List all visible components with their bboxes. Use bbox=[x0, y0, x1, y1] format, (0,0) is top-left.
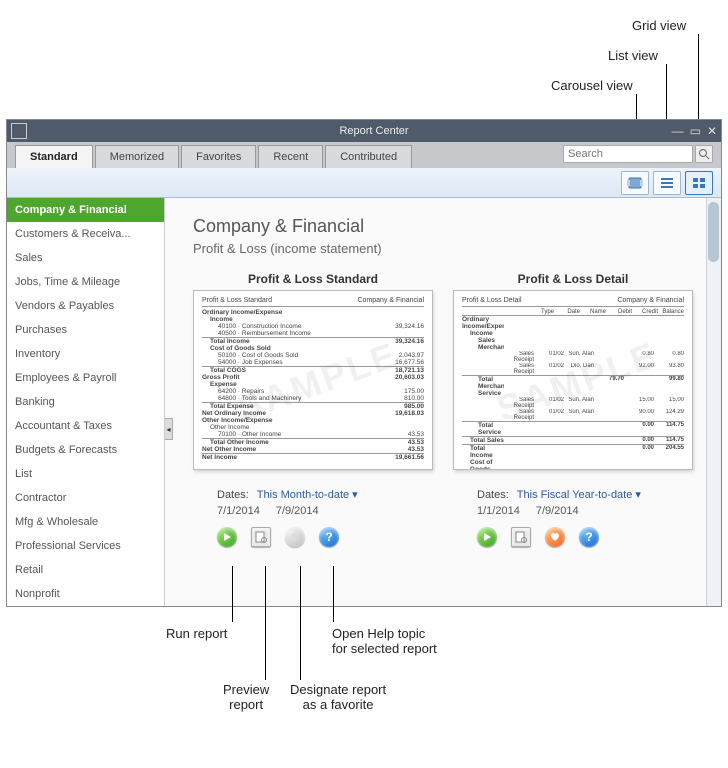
minimize-icon[interactable]: — bbox=[672, 124, 684, 138]
run-report-button[interactable] bbox=[217, 527, 237, 547]
date-range-select[interactable]: This Fiscal Year-to-date ▾ bbox=[517, 488, 641, 501]
sidebar-item[interactable]: Vendors & Payables bbox=[7, 294, 164, 318]
dates-label: Dates: bbox=[477, 489, 509, 501]
help-button[interactable]: ? bbox=[579, 527, 599, 547]
window-icon bbox=[11, 123, 27, 139]
sidebar-item[interactable]: Employees & Payroll bbox=[7, 366, 164, 390]
tab-memorized[interactable]: Memorized bbox=[95, 145, 179, 168]
category-sidebar: Company & FinancialCustomers & Receiva..… bbox=[7, 198, 165, 606]
report-thumbnail[interactable]: Profit & Loss DetailCompany & FinancialT… bbox=[453, 290, 693, 470]
report-thumbnail[interactable]: Profit & Loss StandardCompany & Financia… bbox=[193, 290, 433, 470]
tab-favorites[interactable]: Favorites bbox=[181, 145, 256, 168]
view-toolbar bbox=[7, 168, 721, 198]
sidebar-item[interactable]: Professional Services bbox=[7, 534, 164, 558]
callout-help: Open Help topic for selected report bbox=[332, 626, 437, 656]
sidebar-item[interactable]: Inventory bbox=[7, 342, 164, 366]
report-card: Profit & Loss Detail Profit & Loss Detail… bbox=[453, 272, 693, 547]
sidebar-item[interactable]: Banking bbox=[7, 390, 164, 414]
titlebar: Report Center — ▭ ✕ bbox=[7, 120, 721, 142]
search-icon[interactable] bbox=[695, 145, 713, 163]
favorite-button[interactable] bbox=[285, 527, 305, 547]
tab-bar: Standard Memorized Favorites Recent Cont… bbox=[7, 142, 721, 168]
preview-report-button[interactable] bbox=[251, 527, 271, 547]
date-from: 7/1/2014 bbox=[217, 505, 260, 517]
callout-grid: Grid view bbox=[632, 18, 686, 33]
callout-carousel: Carousel view bbox=[551, 78, 633, 93]
sidebar-item[interactable]: Company & Financial bbox=[7, 198, 164, 222]
callout-fav: Designate report as a favorite bbox=[290, 682, 386, 712]
date-to: 7/9/2014 bbox=[536, 505, 579, 517]
preview-report-button[interactable] bbox=[511, 527, 531, 547]
date-range-select[interactable]: This Month-to-date ▾ bbox=[257, 488, 358, 501]
report-title: Profit & Loss Standard bbox=[193, 272, 433, 286]
callout-list: List view bbox=[608, 48, 658, 63]
search-input[interactable] bbox=[563, 145, 693, 163]
sidebar-item[interactable]: Jobs, Time & Mileage bbox=[7, 270, 164, 294]
sidebar-item[interactable]: Mfg & Wholesale bbox=[7, 510, 164, 534]
carousel-view-button[interactable] bbox=[621, 171, 649, 195]
window-title: Report Center bbox=[27, 125, 721, 137]
sidebar-item[interactable]: Purchases bbox=[7, 318, 164, 342]
sidebar-item[interactable]: Customers & Receiva... bbox=[7, 222, 164, 246]
dates-label: Dates: bbox=[217, 489, 249, 501]
page-title: Company & Financial bbox=[193, 216, 707, 237]
run-report-button[interactable] bbox=[477, 527, 497, 547]
callout-run: Run report bbox=[166, 626, 227, 641]
sidebar-item[interactable]: List bbox=[7, 462, 164, 486]
sidebar-item[interactable]: Nonprofit bbox=[7, 582, 164, 606]
report-center-window: Report Center — ▭ ✕ Standard Memorized F… bbox=[6, 119, 722, 607]
close-icon[interactable]: ✕ bbox=[707, 124, 717, 138]
grid-view-button[interactable] bbox=[685, 171, 713, 195]
callout-preview: Preview report bbox=[223, 682, 269, 712]
list-view-button[interactable] bbox=[653, 171, 681, 195]
page-subtitle: Profit & Loss (income statement) bbox=[193, 241, 707, 256]
favorite-button[interactable] bbox=[545, 527, 565, 547]
sidebar-item[interactable]: Accountant & Taxes bbox=[7, 414, 164, 438]
tab-contributed[interactable]: Contributed bbox=[325, 145, 412, 168]
sidebar-item[interactable]: Budgets & Forecasts bbox=[7, 438, 164, 462]
report-title: Profit & Loss Detail bbox=[453, 272, 693, 286]
sidebar-item[interactable]: Contractor bbox=[7, 486, 164, 510]
sidebar-item[interactable]: Sales bbox=[7, 246, 164, 270]
main-panel: Company & Financial Profit & Loss (incom… bbox=[165, 198, 721, 606]
sidebar-item[interactable]: Retail bbox=[7, 558, 164, 582]
date-to: 7/9/2014 bbox=[276, 505, 319, 517]
tab-standard[interactable]: Standard bbox=[15, 145, 93, 168]
help-button[interactable]: ? bbox=[319, 527, 339, 547]
maximize-icon[interactable]: ▭ bbox=[690, 124, 701, 138]
date-from: 1/1/2014 bbox=[477, 505, 520, 517]
tab-recent[interactable]: Recent bbox=[258, 145, 323, 168]
scrollbar[interactable] bbox=[706, 198, 721, 606]
report-card: Profit & Loss Standard Profit & Loss Stan… bbox=[193, 272, 433, 547]
